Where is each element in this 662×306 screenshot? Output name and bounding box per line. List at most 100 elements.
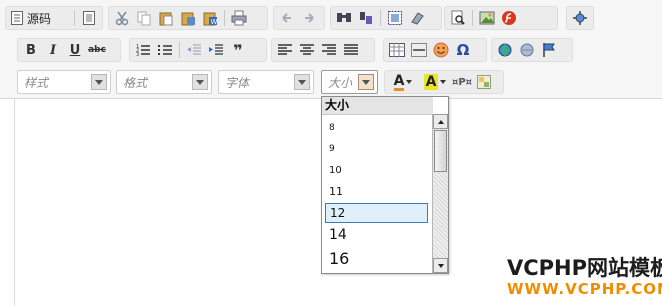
font-size-option[interactable]: 8 [325,121,428,135]
link-icon [496,42,514,58]
redo-button[interactable] [298,7,320,29]
bold-button[interactable]: B [20,39,42,61]
bulleted-list-icon [157,42,173,58]
font-size-combo-label: 大小 [328,75,353,90]
paste-word-button[interactable]: W [199,7,221,29]
toolbar-group-align [271,38,375,62]
underline-button[interactable]: U [64,39,86,61]
special-char-button[interactable]: Ω [452,39,474,61]
font-size-option[interactable]: 9 [325,142,428,156]
templates-button[interactable] [78,7,100,29]
preview-icon [450,10,466,26]
image-button[interactable] [476,7,498,29]
bulleted-list-button[interactable] [154,39,176,61]
show-blocks-icon: ¤P¤ [451,76,473,88]
replace-button[interactable] [355,7,377,29]
chevron-down-icon[interactable] [358,74,374,90]
omega-icon: Ω [456,41,470,59]
select-all-button[interactable] [384,7,406,29]
styles-combo[interactable]: 样式 [17,70,111,94]
dropdown-scrollbar[interactable] [432,114,448,273]
find-button[interactable] [333,7,355,29]
font-size-option[interactable]: 16 [325,247,428,269]
toolbar-group-insert [444,6,558,30]
paste-text-icon [180,10,196,26]
font-size-dropdown: 大小 8 9 10 11 12 14 16 [321,96,449,274]
svg-text:3: 3 [136,52,139,58]
link-button[interactable] [494,39,516,61]
paste-button[interactable] [155,7,177,29]
flash-icon [501,10,517,26]
source-button[interactable]: 源码 [8,7,71,29]
justify-button[interactable] [340,39,362,61]
align-right-icon [322,44,336,56]
editor-toolbar: 源码 W B I U abc 1 2 3 ❞ Ω 样式 格式 字体 大小 A A… [0,0,662,99]
background-color-button[interactable]: A [419,71,451,93]
cut-button[interactable] [111,7,133,29]
chevron-down-icon[interactable] [192,74,208,90]
separator [380,10,381,26]
image-icon [479,10,495,26]
scroll-up-icon[interactable] [433,114,448,129]
font-size-dropdown-header: 大小 [322,97,433,115]
toolbar-group-undo [273,6,325,30]
toolbar-group-document: 源码 [5,6,103,30]
show-blocks-button[interactable]: ¤P¤ [451,71,473,93]
flag-icon [541,42,557,58]
copy-button[interactable] [133,7,155,29]
unlink-button[interactable] [516,39,538,61]
font-size-combo[interactable]: 大小 [321,70,378,94]
remove-format-icon [409,10,425,26]
outdent-button[interactable] [183,39,205,61]
print-icon [231,10,247,26]
flash-button[interactable] [498,7,520,29]
source-icon [11,11,23,25]
about-button[interactable] [473,71,495,93]
anchor-button[interactable] [538,39,560,61]
toolbar-group-links [491,38,573,62]
font-size-option[interactable]: 12 [325,203,428,223]
remove-format-button[interactable] [406,7,428,29]
chevron-down-icon[interactable] [294,74,310,90]
preview-button[interactable] [447,7,469,29]
numbered-list-button[interactable]: 123 [132,39,154,61]
scrollbar-thumb[interactable] [434,130,447,172]
numbered-list-icon: 123 [135,42,151,58]
table-icon [389,43,405,57]
font-combo[interactable]: 字体 [218,70,314,94]
print-button[interactable] [228,7,250,29]
horizontal-rule-button[interactable] [408,39,430,61]
font-size-option[interactable]: 11 [325,184,428,198]
chevron-down-icon[interactable] [91,74,107,90]
strike-button[interactable]: abc [86,39,108,61]
smiley-icon [433,42,449,58]
chevron-down-icon [406,80,413,84]
toolbar-group-maximize [566,6,594,30]
font-combo-label: 字体 [225,75,250,90]
font-size-option[interactable]: 14 [325,225,428,245]
about-icon [476,74,492,90]
italic-button[interactable]: I [42,39,64,61]
table-button[interactable] [386,39,408,61]
paste-icon [158,10,174,26]
paste-text-button[interactable] [177,7,199,29]
scroll-down-icon[interactable] [433,258,448,273]
find-icon [336,10,352,26]
toolbar-group-colors: A A ¤P¤ [384,70,504,94]
separator [179,42,180,58]
watermark-title: VCPHP网站模板 [507,256,662,280]
background-color-icon: A [423,74,439,90]
indent-button[interactable] [205,39,227,61]
align-right-button[interactable] [318,39,340,61]
select-all-icon [387,10,403,26]
undo-button[interactable] [276,7,298,29]
smiley-button[interactable] [430,39,452,61]
blockquote-button[interactable]: ❞ [227,39,249,61]
text-color-button[interactable]: A [387,71,419,93]
font-size-option[interactable]: 10 [325,163,428,177]
format-combo[interactable]: 格式 [116,70,212,94]
align-center-button[interactable] [296,39,318,61]
align-left-button[interactable] [274,39,296,61]
horizontal-rule-icon [411,43,427,57]
maximize-button[interactable] [569,7,591,29]
